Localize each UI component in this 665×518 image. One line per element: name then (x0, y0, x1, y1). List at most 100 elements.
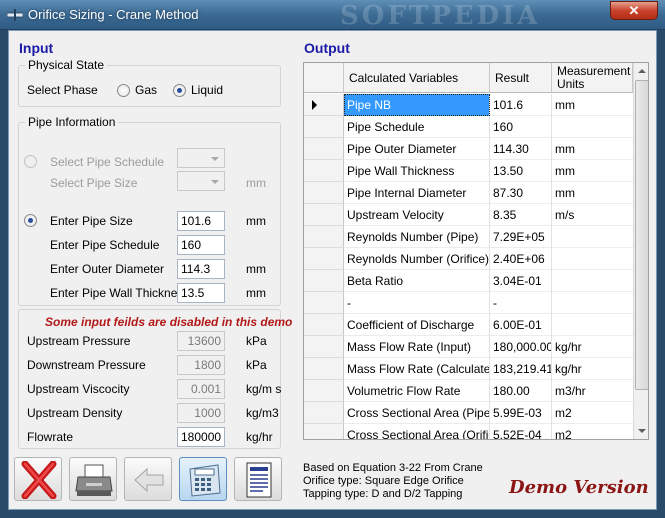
row-header[interactable] (304, 116, 344, 138)
cell-variable[interactable]: Reynolds Number (Pipe) (344, 226, 490, 248)
cell-result[interactable]: 160 (490, 116, 552, 138)
cell-unit[interactable]: m2 (552, 424, 633, 439)
cell-result[interactable]: 13.50 (490, 160, 552, 182)
enter-pipe-size-radio[interactable] (24, 214, 37, 227)
pipe-size-input[interactable]: 101.6 (177, 211, 225, 231)
cell-result[interactable]: 87.30 (490, 182, 552, 204)
cell-result[interactable]: 114.30 (490, 138, 552, 160)
back-button[interactable] (124, 457, 172, 501)
cell-result[interactable]: 2.40E+06 (490, 248, 552, 270)
calculate-button[interactable] (179, 457, 227, 501)
row-header[interactable] (304, 182, 344, 204)
cell-variable[interactable]: Upstream Velocity (344, 204, 490, 226)
table-row[interactable]: Mass Flow Rate (Input) 180,000.00 kg/hr (344, 336, 633, 358)
print-button[interactable] (69, 457, 117, 501)
cell-result[interactable]: 8.35 (490, 204, 552, 226)
row-header[interactable] (304, 138, 344, 160)
cell-unit[interactable] (552, 226, 633, 248)
header-calculated-variables[interactable]: Calculated Variables (344, 63, 490, 93)
cell-variable[interactable]: - (344, 292, 490, 314)
pipe-schedule-dropdown[interactable] (177, 148, 225, 168)
downstream-pressure-input[interactable]: 1800 (177, 355, 225, 375)
pipe-schedule-input[interactable]: 160 (177, 235, 225, 255)
results-grid[interactable]: Calculated Variables Result Measurement … (303, 62, 649, 440)
row-header[interactable] (304, 424, 344, 439)
upstream-pressure-input[interactable]: 13600 (177, 331, 225, 351)
row-header[interactable] (304, 248, 344, 270)
flowrate-input[interactable]: 180000 (177, 427, 225, 447)
cell-result[interactable]: 6.00E-01 (490, 314, 552, 336)
table-row[interactable]: Pipe Wall Thickness 13.50 mm (344, 160, 633, 182)
cell-result[interactable]: 5.99E-03 (490, 402, 552, 424)
cell-unit[interactable]: m2 (552, 402, 633, 424)
table-row[interactable]: Pipe Internal Diameter 87.30 mm (344, 182, 633, 204)
cell-result[interactable]: 7.29E+05 (490, 226, 552, 248)
row-header[interactable] (304, 204, 344, 226)
cell-result[interactable]: 101.6 (490, 94, 552, 116)
liquid-label[interactable]: Liquid (191, 83, 223, 97)
cell-variable[interactable]: Pipe Outer Diameter (344, 138, 490, 160)
select-pipe-schedule-radio[interactable] (24, 155, 37, 168)
cell-variable[interactable]: Cross Sectional Area (Orifice) (344, 424, 490, 439)
report-button[interactable] (234, 457, 282, 501)
cell-variable[interactable]: Pipe Internal Diameter (344, 182, 490, 204)
grid-scrollbar[interactable] (633, 63, 648, 439)
cell-unit[interactable]: kg/hr (552, 358, 633, 380)
table-row[interactable]: Beta Ratio 3.04E-01 (344, 270, 633, 292)
table-row[interactable]: Reynolds Number (Pipe) 7.29E+05 (344, 226, 633, 248)
cell-variable[interactable]: Pipe Schedule (344, 116, 490, 138)
cell-variable[interactable]: Reynolds Number (Orifice) (344, 248, 490, 270)
cell-unit[interactable] (552, 270, 633, 292)
table-row[interactable]: Coefficient of Discharge 6.00E-01 (344, 314, 633, 336)
table-row[interactable]: Upstream Velocity 8.35 m/s (344, 204, 633, 226)
gas-radio[interactable] (117, 84, 130, 97)
table-row[interactable]: Mass Flow Rate (Calculated) 183,219.41 kg/… (344, 358, 633, 380)
cell-unit[interactable] (552, 248, 633, 270)
table-row[interactable]: Reynolds Number (Orifice) 2.40E+06 (344, 248, 633, 270)
cell-unit[interactable]: m/s (552, 204, 633, 226)
row-header[interactable] (304, 160, 344, 182)
table-row[interactable]: Cross Sectional Area (Pipe) 5.99E-03 m2 (344, 402, 633, 424)
row-header[interactable] (304, 358, 344, 380)
row-header[interactable] (304, 270, 344, 292)
cell-unit[interactable] (552, 292, 633, 314)
cell-result[interactable]: 183,219.41 (490, 358, 552, 380)
table-row[interactable]: Pipe NB 101.6 mm (344, 94, 633, 116)
table-row[interactable]: -- (344, 292, 633, 314)
table-row[interactable]: Pipe Schedule 160 (344, 116, 633, 138)
cell-variable[interactable]: Coefficient of Discharge (344, 314, 490, 336)
exit-button[interactable] (14, 457, 62, 501)
row-header[interactable] (304, 94, 344, 116)
cell-variable[interactable]: Mass Flow Rate (Input) (344, 336, 490, 358)
cell-unit[interactable]: kg/hr (552, 336, 633, 358)
gas-label[interactable]: Gas (135, 83, 157, 97)
cell-unit[interactable]: mm (552, 138, 633, 160)
pipe-size-dropdown[interactable] (177, 171, 225, 191)
row-header[interactable] (304, 314, 344, 336)
scroll-thumb[interactable] (635, 80, 648, 390)
cell-variable[interactable]: Cross Sectional Area (Pipe) (344, 402, 490, 424)
cell-result[interactable]: 3.04E-01 (490, 270, 552, 292)
cell-variable[interactable]: Volumetric Flow Rate (344, 380, 490, 402)
row-header[interactable] (304, 380, 344, 402)
row-header[interactable] (304, 226, 344, 248)
header-measurement-units[interactable]: Measurement Units (552, 63, 633, 93)
table-row[interactable]: Cross Sectional Area (Orifice) 5.52E-04 m2 (344, 424, 633, 439)
row-header[interactable] (304, 336, 344, 358)
cell-result[interactable]: 180.00 (490, 380, 552, 402)
upstream-density-input[interactable]: 1000 (177, 403, 225, 423)
cell-unit[interactable]: mm (552, 160, 633, 182)
cell-unit[interactable]: m3/hr (552, 380, 633, 402)
scroll-down-icon[interactable] (634, 423, 648, 439)
row-header[interactable] (304, 292, 344, 314)
cell-result[interactable]: 5.52E-04 (490, 424, 552, 439)
cell-variable[interactable]: Beta Ratio (344, 270, 490, 292)
close-button[interactable]: ✕ (610, 1, 658, 20)
upstream-viscosity-input[interactable]: 0.001 (177, 379, 225, 399)
scroll-up-icon[interactable] (634, 63, 648, 79)
cell-unit[interactable]: mm (552, 182, 633, 204)
table-row[interactable]: Volumetric Flow Rate 180.00 m3/hr (344, 380, 633, 402)
liquid-radio[interactable] (173, 84, 186, 97)
outer-diameter-input[interactable]: 114.3 (177, 259, 225, 279)
cell-variable[interactable]: Mass Flow Rate (Calculated) (344, 358, 490, 380)
